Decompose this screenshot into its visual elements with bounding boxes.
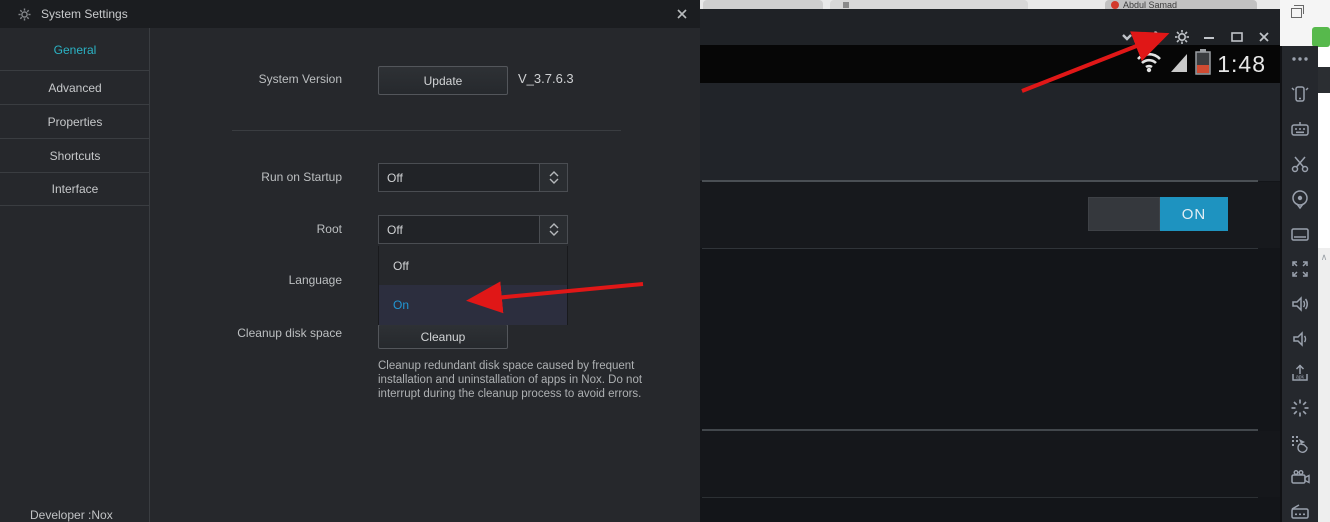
volume-down-icon[interactable] [1289,328,1311,350]
browser-tab[interactable] [830,0,1028,9]
keyboard-icon[interactable] [1289,501,1311,522]
root-dropdown-list: Off On [378,246,568,325]
on-off-toggle[interactable]: ON [1088,197,1228,231]
fullscreen-icon[interactable] [1289,258,1311,280]
developer-footer: Developer :Nox [30,508,113,522]
spinner-icon[interactable] [539,216,567,243]
section-divider [232,130,621,131]
system-version-label: System Version [258,72,342,86]
status-time: 1:48 [1217,50,1266,77]
nav-item-properties[interactable]: Properties [0,104,150,138]
browser-tab-abdul-samad[interactable]: Abdul Samad [1105,0,1257,9]
divider [702,497,1258,498]
dropdown-option-on[interactable]: On [379,285,567,325]
background-app-icon [1312,27,1330,47]
tab-title: Abdul Samad [1123,0,1178,9]
favicon [843,2,849,8]
root-label: Root [316,222,342,236]
emulator-titlebar [700,9,1280,45]
location-icon[interactable] [1289,188,1311,210]
browser-tab[interactable] [703,0,823,9]
settings-title: System Settings [41,7,128,21]
run-on-startup-value: Off [387,170,403,185]
video-recorder-icon[interactable] [1289,467,1311,489]
divider [702,248,1258,249]
nav-item-general[interactable]: General [0,36,150,64]
screen-section [700,83,1280,181]
battery-icon [1195,48,1211,80]
more-options-icon[interactable] [1289,48,1311,70]
signal-icon [1169,50,1189,79]
restore-window-icon[interactable] [1291,5,1304,18]
android-status-bar: 1:48 [700,45,1280,83]
browser-image-fragment [1318,67,1330,93]
emulator-screen: ON [700,83,1280,522]
svg-text:apk: apk [1296,375,1305,381]
run-on-startup-label: Run on Startup [261,170,342,184]
browser-scrollbar[interactable]: ∧ [1318,248,1330,522]
version-value: V_3.7.6.3 [518,71,574,86]
virtual-keyboard-icon[interactable] [1289,118,1311,140]
bank-card-icon[interactable] [1289,223,1311,245]
toggle-track [1088,197,1160,231]
run-on-startup-select[interactable]: Off [378,163,568,192]
gear-icon[interactable] [1174,29,1190,45]
nav-item-advanced[interactable]: Advanced [0,70,150,104]
settings-close-icon[interactable] [674,6,690,22]
nav-item-shortcuts[interactable]: Shortcuts [0,138,150,172]
root-select[interactable]: Off [378,215,568,244]
system-settings-window: System Settings General Advanced Propert… [0,0,700,522]
cleanup-button[interactable]: Cleanup [378,324,508,349]
maximize-icon[interactable] [1229,29,1245,45]
collapse-toolbar-icon[interactable] [1119,29,1135,45]
root-value: Off [387,222,403,237]
settings-gear-icon [18,8,31,21]
toggle-on-label: ON [1160,197,1228,231]
minimize-icon[interactable] [1201,29,1217,45]
shake-device-icon[interactable] [1289,83,1311,105]
update-button[interactable]: Update [378,66,508,95]
screen-row [700,431,1280,497]
cleanup-description: Cleanup redundant disk space caused by f… [378,360,643,400]
close-icon[interactable] [1256,29,1272,45]
settings-titlebar[interactable]: System Settings [0,0,700,28]
spinner-icon[interactable] [539,164,567,191]
scroll-up-icon[interactable]: ∧ [1321,252,1328,262]
dropdown-option-off[interactable]: Off [379,246,567,285]
nav-item-interface[interactable]: Interface [0,172,150,206]
restart-icon[interactable] [1289,397,1311,419]
cut-icon[interactable] [1289,153,1311,175]
tab-favicon [1111,1,1119,9]
settings-nav: General Advanced Properties Shortcuts In… [0,28,150,522]
emulator-toolbar: apk [1282,46,1318,522]
screen: Abdul Samad ∧ 1:48 ON apk System Setting… [0,0,1330,522]
macro-recorder-icon[interactable] [1289,432,1311,454]
apk-install-icon[interactable]: apk [1289,362,1311,384]
volume-up-icon[interactable] [1289,293,1311,315]
pin-icon[interactable] [1147,29,1163,45]
cleanup-disk-space-label: Cleanup disk space [237,326,342,340]
browser-tab-strip: Abdul Samad [700,0,1330,9]
wifi-icon [1135,50,1163,79]
language-label: Language [288,273,342,287]
